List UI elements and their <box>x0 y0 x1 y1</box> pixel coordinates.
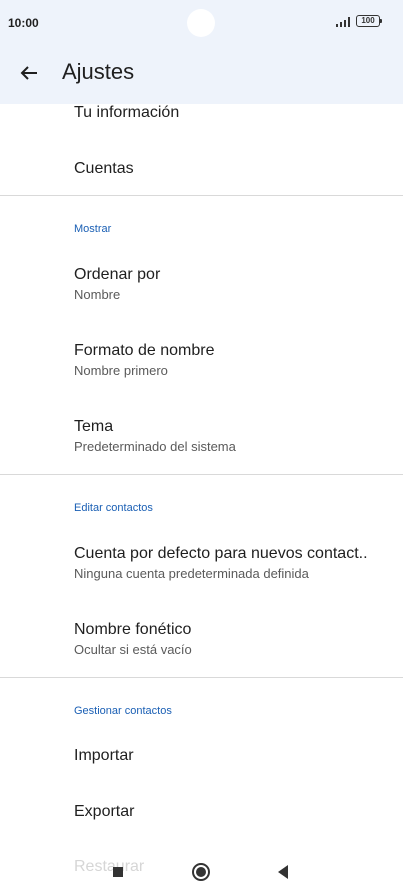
setting-cuentas[interactable]: Cuentas <box>74 160 394 178</box>
setting-title: Exportar <box>74 803 135 820</box>
page-title: Ajustes <box>62 59 135 84</box>
setting-title: Cuenta por defecto para nuevos contact.. <box>74 545 368 562</box>
setting-nombre-fonetico[interactable]: Nombre fonético Ocultar si está vacío <box>74 621 394 657</box>
divider <box>0 195 403 196</box>
setting-value: Nombre <box>74 287 121 302</box>
setting-formato-nombre[interactable]: Formato de nombre Nombre primero <box>74 342 394 378</box>
section-header-gestionar: Gestionar contactos <box>74 705 172 717</box>
setting-tu-informacion[interactable]: Tu información <box>74 104 394 122</box>
setting-value: Ocultar si está vacío <box>74 642 192 657</box>
setting-value: Ninguna cuenta predeterminada definida <box>74 566 309 581</box>
status-bar: 10:00 100 <box>0 0 403 50</box>
setting-cuenta-defecto[interactable]: Cuenta por defecto para nuevos contact..… <box>74 545 394 581</box>
setting-exportar[interactable]: Exportar <box>74 803 394 821</box>
setting-title: Nombre fonético <box>74 621 192 638</box>
setting-tema[interactable]: Tema Predeterminado del sistema <box>74 418 394 454</box>
setting-restaurar-faded[interactable]: Restaurar <box>74 858 144 876</box>
setting-value: Nombre primero <box>74 363 168 378</box>
setting-title: Ordenar por <box>74 266 161 283</box>
signal-icon <box>336 17 350 27</box>
setting-importar[interactable]: Importar <box>74 747 394 765</box>
setting-title: Cuentas <box>74 160 134 177</box>
arrow-back-icon <box>20 66 37 80</box>
setting-title: Tema <box>74 418 114 435</box>
section-header-mostrar: Mostrar <box>74 223 112 235</box>
section-header-editar: Editar contactos <box>74 502 153 514</box>
battery-icon: 100 <box>356 15 382 27</box>
back-button[interactable] <box>14 58 44 88</box>
status-time: 10:00 <box>8 16 39 30</box>
camera-cutout <box>187 9 215 37</box>
setting-title: Importar <box>74 747 134 764</box>
setting-title: Formato de nombre <box>74 342 215 359</box>
setting-value: Predeterminado del sistema <box>74 439 236 454</box>
divider <box>0 677 403 678</box>
navigation-bar: Restaurar <box>0 848 403 896</box>
nav-back-icon[interactable] <box>278 865 288 879</box>
recents-icon[interactable] <box>113 867 123 877</box>
app-bar: Ajustes <box>0 50 403 104</box>
setting-ordenar-por[interactable]: Ordenar por Nombre <box>74 266 394 302</box>
setting-title: Tu información <box>74 104 180 121</box>
divider <box>0 474 403 475</box>
home-icon[interactable] <box>192 863 210 881</box>
